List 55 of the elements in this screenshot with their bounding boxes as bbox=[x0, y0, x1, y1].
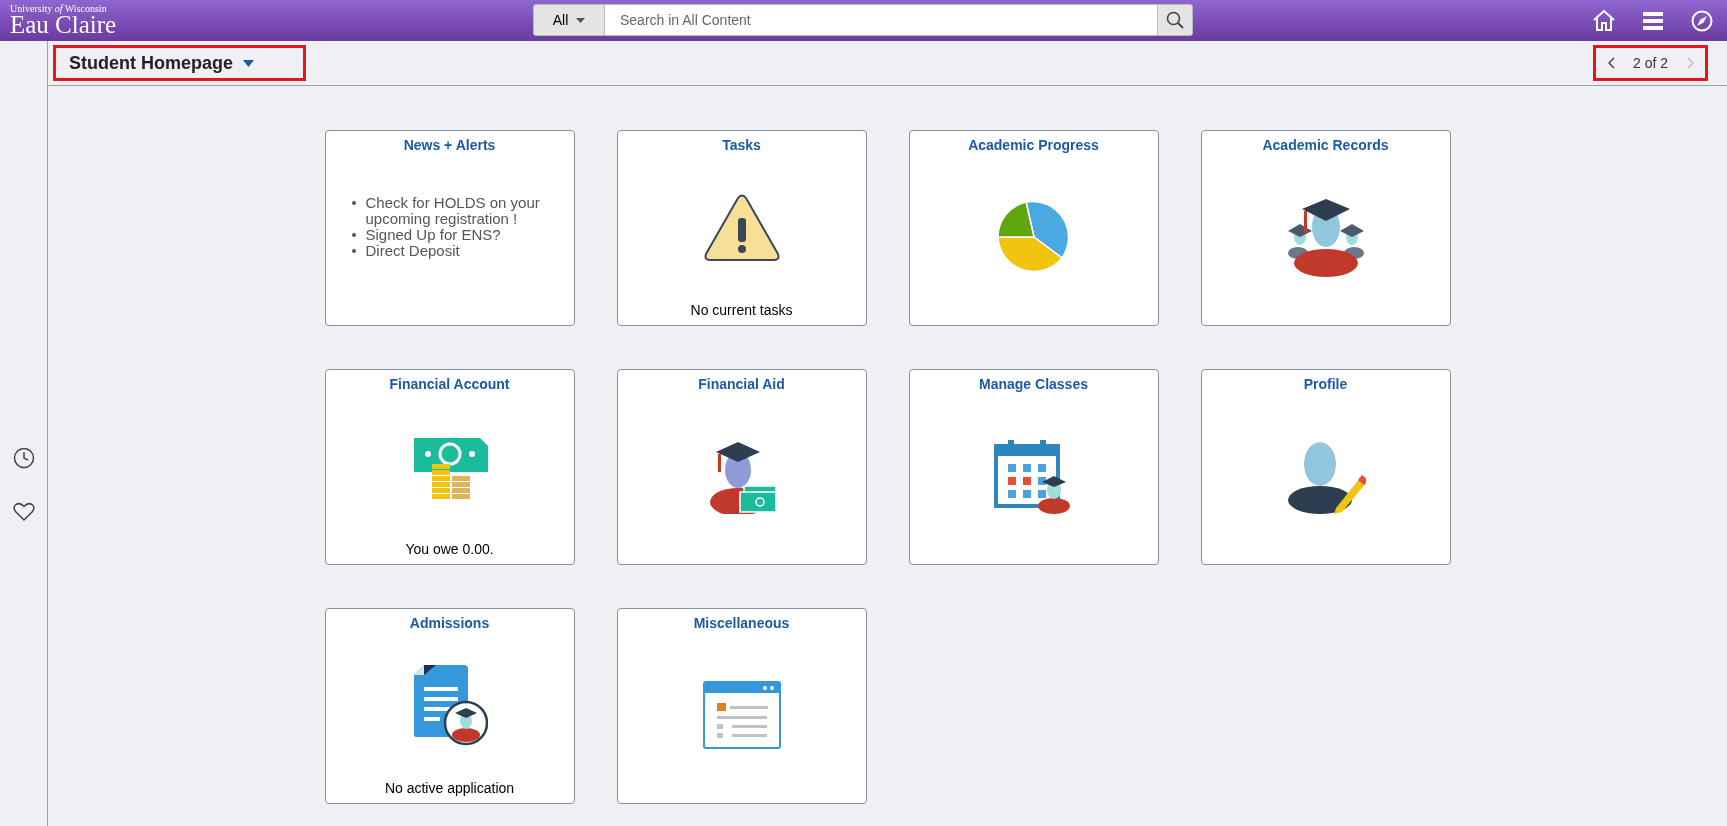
tile[interactable]: Academic Progress bbox=[908, 130, 1159, 326]
tile-title: Manage Classes bbox=[979, 375, 1088, 393]
news-item[interactable]: Direct Deposit bbox=[365, 242, 460, 259]
logo[interactable]: University of Wisconsin Eau Claire bbox=[10, 4, 130, 37]
bullet-icon bbox=[351, 200, 356, 205]
bullet-icon bbox=[351, 232, 356, 237]
navigator-button[interactable] bbox=[1691, 9, 1713, 32]
tile-status: No current tasks bbox=[690, 301, 793, 319]
menu-icon bbox=[1643, 11, 1663, 30]
news-item[interactable]: Signed Up for ENS? bbox=[365, 226, 501, 243]
menu-button[interactable] bbox=[1642, 9, 1664, 32]
tile[interactable]: Financial Aid bbox=[616, 369, 867, 565]
tile-status: You owe 0.00. bbox=[405, 540, 494, 558]
chevron-right-icon bbox=[1686, 57, 1694, 69]
warning-icon bbox=[703, 193, 780, 262]
logo-subtitle: University of Wisconsin bbox=[10, 4, 108, 14]
compass-icon bbox=[1691, 9, 1713, 32]
clock-icon bbox=[12, 447, 35, 469]
favorites-button[interactable] bbox=[11, 500, 36, 524]
news-item[interactable]: Check for HOLDS on your upcoming registration ! bbox=[365, 194, 564, 227]
tile[interactable]: Financial Account You owe 0.00. bbox=[324, 369, 575, 565]
tile[interactable]: Admissions No active application bbox=[324, 608, 575, 804]
home-icon bbox=[1593, 10, 1615, 31]
bullet-icon bbox=[351, 248, 356, 253]
caret-icon bbox=[576, 17, 586, 23]
page-indicator: 2 of 2 bbox=[1633, 53, 1668, 73]
tile-title: Financial Aid bbox=[698, 375, 785, 393]
tile[interactable]: Profile bbox=[1200, 369, 1451, 565]
tile[interactable]: News + Alerts Check for HOLDS on your upcoming registration ! Signed Up for ENS? Direct Deposit bbox=[324, 130, 575, 326]
search-icon bbox=[1166, 11, 1184, 29]
tile-title: Profile bbox=[1303, 375, 1348, 393]
page-title-dropdown[interactable]: Student Homepage bbox=[53, 45, 306, 81]
tile-status: No active application bbox=[384, 779, 515, 797]
chevron-left-icon bbox=[1607, 57, 1615, 69]
web-page-icon bbox=[702, 680, 781, 749]
tile[interactable]: Academic Records bbox=[1200, 130, 1451, 326]
search-field[interactable]: Search in All Content bbox=[605, 4, 1157, 36]
tile[interactable]: Miscellaneous bbox=[616, 608, 867, 804]
tile-title: Tasks bbox=[722, 136, 761, 154]
tile-title: Academic Records bbox=[1262, 136, 1389, 154]
document-with-student-icon bbox=[411, 664, 488, 747]
search-button[interactable] bbox=[1157, 4, 1193, 36]
recent-button[interactable] bbox=[11, 446, 36, 470]
graduates-icon bbox=[1285, 196, 1366, 277]
heart-icon bbox=[12, 502, 35, 522]
tile-title: Academic Progress bbox=[968, 136, 1099, 154]
tile-title: News + Alerts bbox=[403, 136, 496, 154]
caret-icon bbox=[243, 59, 254, 67]
search-scope-dropdown[interactable]: All bbox=[533, 4, 605, 36]
tile-title: Admissions bbox=[409, 614, 490, 632]
home-button[interactable] bbox=[1593, 9, 1615, 32]
tile-title: Miscellaneous bbox=[693, 614, 790, 632]
tile[interactable]: Tasks No current tasks bbox=[616, 130, 867, 326]
tile-title: Financial Account bbox=[389, 375, 510, 393]
tile[interactable]: Manage Classes bbox=[908, 369, 1159, 565]
